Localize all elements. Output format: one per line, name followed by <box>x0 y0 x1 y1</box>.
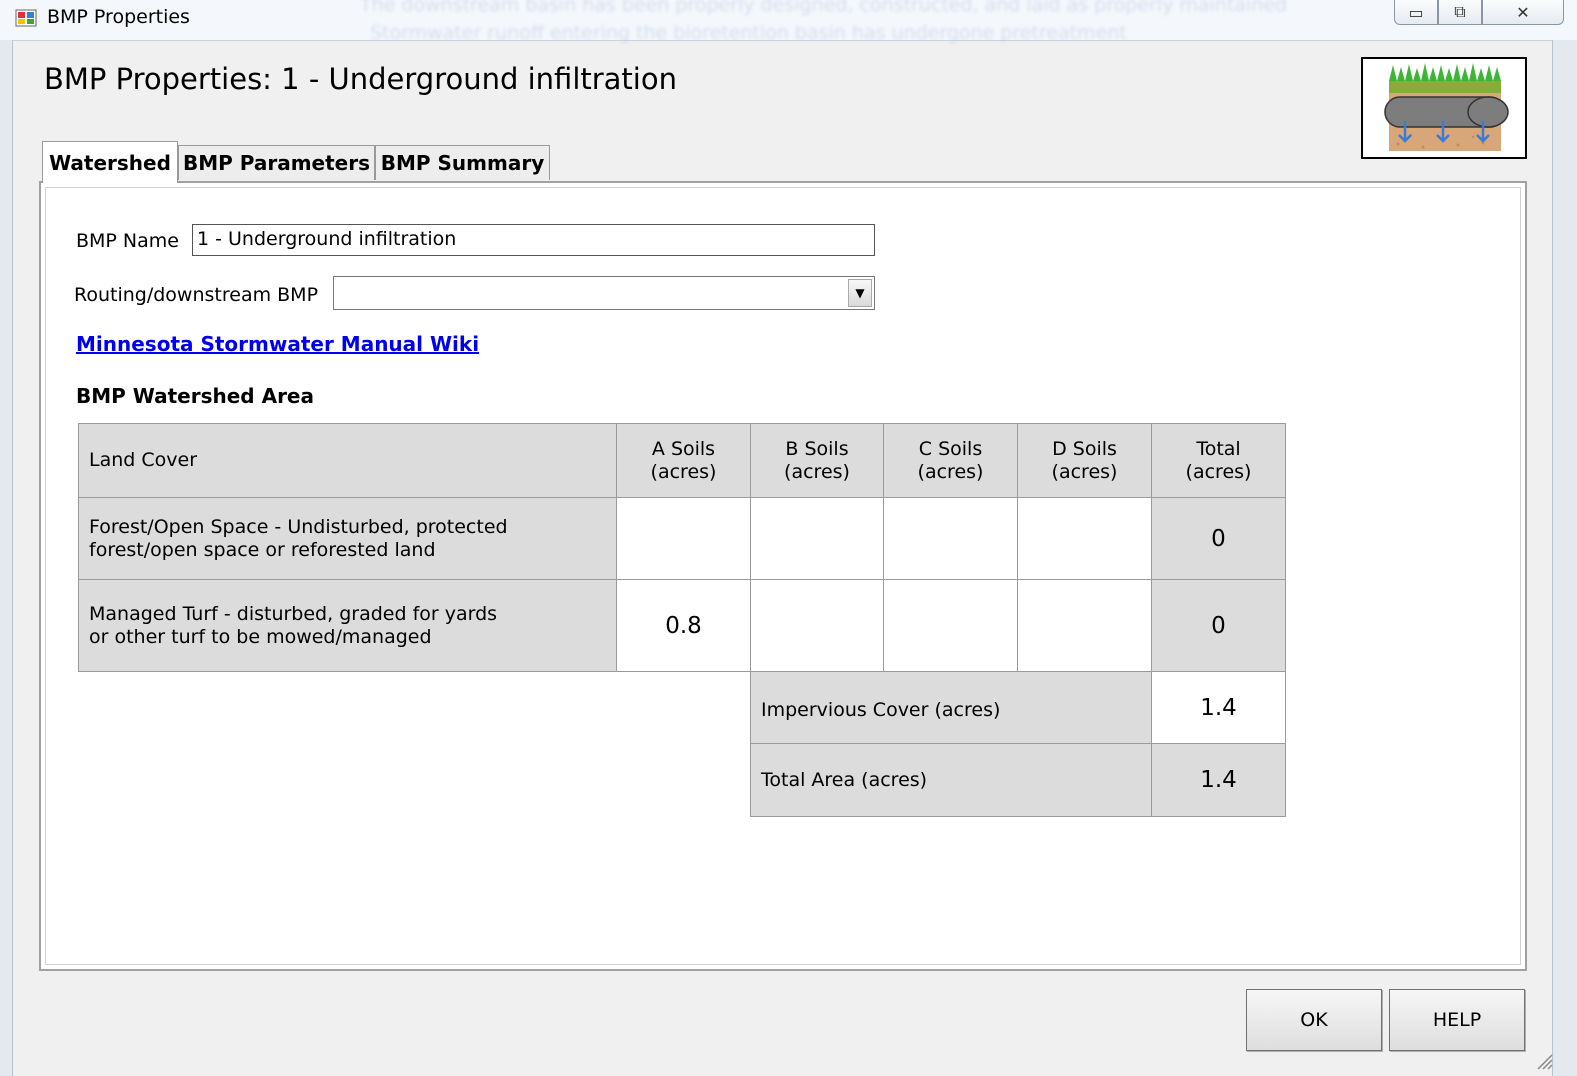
window-frame-left <box>0 40 13 1076</box>
impervious-input[interactable]: 1.4 <box>1151 671 1286 744</box>
forest-label-line1: Forest/Open Space - Undisturbed, protect… <box>89 515 508 538</box>
forest-label-line2: forest/open space or reforested land <box>89 538 436 561</box>
forest-a-soils-input[interactable] <box>616 497 751 580</box>
header-b-line2: (acres) <box>784 460 850 483</box>
header-d-line2: (acres) <box>1051 460 1118 483</box>
title-bar: The downstream basin has been properly d… <box>0 0 1577 44</box>
header-c-line2: (acres) <box>917 460 984 483</box>
bmp-name-label: BMP Name <box>76 230 179 252</box>
routing-dropdown[interactable]: ▼ <box>333 276 875 310</box>
total-area-value: 1.4 <box>1151 743 1286 817</box>
tab-watershed[interactable]: Watershed <box>42 141 178 183</box>
app-icon <box>15 9 37 27</box>
routing-label: Routing/downstream BMP <box>74 284 319 306</box>
header-c-line1: C Soils <box>918 437 983 460</box>
ok-button[interactable]: OK <box>1246 989 1382 1051</box>
header-land-cover-text: Land Cover <box>89 449 198 471</box>
header-a-soils: A Soils (acres) <box>616 423 751 498</box>
header-a-line1: A Soils <box>651 437 716 460</box>
header-land-cover: Land Cover <box>78 423 617 498</box>
tab-bmp-summary[interactable]: BMP Summary <box>375 145 550 180</box>
table-row-label-turf: Managed Turf - disturbed, graded for yar… <box>78 579 617 672</box>
forest-total: 0 <box>1151 497 1286 580</box>
tab-bmp-parameters[interactable]: BMP Parameters <box>178 145 375 180</box>
wiki-link[interactable]: Minnesota Stormwater Manual Wiki <box>76 332 479 356</box>
page-title: BMP Properties: 1 - Underground infiltra… <box>44 62 677 96</box>
underground-infiltration-icon <box>1361 57 1527 159</box>
turf-b-soils-input[interactable] <box>750 579 884 672</box>
window-frame-right <box>1552 40 1577 1076</box>
turf-total: 0 <box>1151 579 1286 672</box>
total-area-label: Total Area (acres) <box>750 743 1152 817</box>
minimize-icon[interactable]: ▭ <box>1394 0 1438 25</box>
header-d-line1: D Soils <box>1052 437 1117 460</box>
chevron-down-icon[interactable]: ▼ <box>848 279 872 307</box>
resize-grip-icon[interactable] <box>1535 1052 1553 1070</box>
turf-c-soils-input[interactable] <box>883 579 1018 672</box>
header-d-soils: D Soils (acres) <box>1017 423 1152 498</box>
help-button[interactable]: HELP <box>1389 989 1525 1051</box>
turf-label-line2: or other turf to be mowed/managed <box>89 625 432 648</box>
header-c-soils: C Soils (acres) <box>883 423 1018 498</box>
table-row-label-forest: Forest/Open Space - Undisturbed, protect… <box>78 497 617 580</box>
restore-icon[interactable]: ⧉ <box>1438 0 1482 25</box>
background-window-text: The downstream basin has been properly d… <box>360 0 1287 16</box>
forest-d-soils-input[interactable] <box>1017 497 1152 580</box>
close-icon[interactable]: ✕ <box>1482 0 1564 25</box>
header-total-line2: (acres) <box>1185 460 1252 483</box>
background-window-text-2: Stormwater runoff entering the bioretent… <box>370 22 1127 44</box>
forest-b-soils-input[interactable] <box>750 497 884 580</box>
turf-d-soils-input[interactable] <box>1017 579 1152 672</box>
bmp-name-input[interactable]: 1 - Underground infiltration <box>192 224 875 256</box>
turf-a-soils-input[interactable]: 0.8 <box>616 579 751 672</box>
forest-c-soils-input[interactable] <box>883 497 1018 580</box>
header-a-line2: (acres) <box>650 460 717 483</box>
impervious-label: Impervious Cover (acres) <box>750 671 1152 744</box>
turf-label-line1: Managed Turf - disturbed, graded for yar… <box>89 602 498 625</box>
header-b-soils: B Soils (acres) <box>750 423 884 498</box>
section-title: BMP Watershed Area <box>76 384 314 408</box>
window-title: BMP Properties <box>47 6 190 28</box>
header-total: Total (acres) <box>1151 423 1286 498</box>
header-b-line1: B Soils <box>785 437 849 460</box>
header-total-line1: Total <box>1196 437 1241 460</box>
